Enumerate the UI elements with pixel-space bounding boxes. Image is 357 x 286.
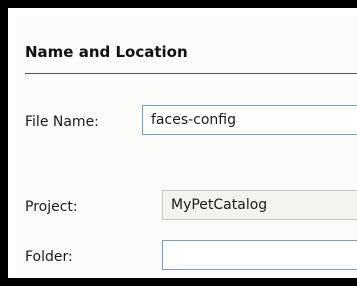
- name-and-location-panel: Name and Location File Name: faces-confi…: [16, 16, 357, 278]
- file-name-label: File Name:: [25, 114, 99, 130]
- dialog-frame: Name and Location File Name: faces-confi…: [0, 0, 357, 286]
- project-label: Project:: [25, 199, 78, 215]
- file-name-field[interactable]: faces-config: [142, 105, 357, 135]
- section-title: Name and Location: [25, 43, 188, 61]
- folder-field[interactable]: [162, 240, 357, 270]
- folder-label: Folder:: [25, 249, 73, 265]
- project-field: MyPetCatalog: [162, 190, 357, 220]
- section-divider: [25, 73, 357, 74]
